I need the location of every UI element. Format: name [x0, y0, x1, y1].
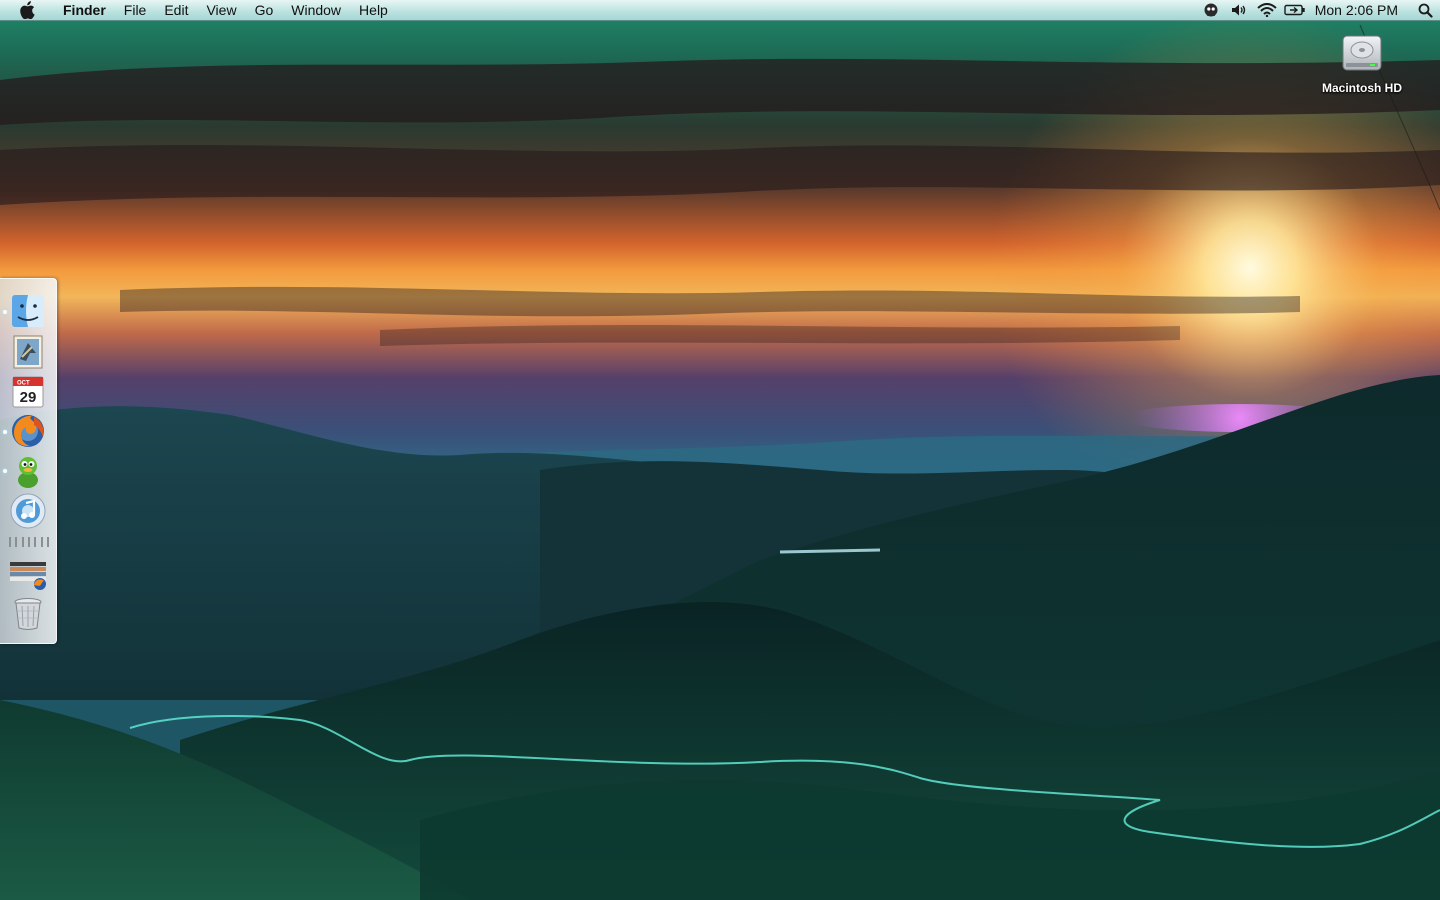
downloads-stack-icon	[10, 562, 46, 590]
mail-icon	[13, 335, 43, 369]
dock-item-ical[interactable]: OCT 29	[8, 371, 50, 411]
firefox-icon	[12, 415, 44, 447]
running-indicator	[3, 310, 7, 314]
dock-item-firefox[interactable]	[8, 411, 50, 451]
menu-clock[interactable]: Mon 2:06 PM	[1309, 0, 1410, 21]
spotlight-search-icon[interactable]	[1410, 0, 1440, 21]
wifi-icon[interactable]	[1253, 0, 1281, 21]
menu-window[interactable]: Window	[282, 0, 350, 21]
menu-extra-icon[interactable]	[1197, 0, 1225, 21]
ical-date: 29	[20, 389, 37, 406]
trash-icon	[14, 598, 42, 630]
ical-month: OCT	[17, 381, 30, 387]
menu-go[interactable]: Go	[246, 0, 283, 21]
apple-logo-icon[interactable]	[0, 0, 54, 21]
dock-separator[interactable]	[9, 537, 49, 547]
itunes-icon	[10, 493, 46, 529]
hard-drive-icon	[1342, 35, 1382, 71]
desktop-icon-label: Macintosh HD	[1321, 81, 1402, 95]
battery-icon[interactable]	[1281, 0, 1309, 21]
dock-item-finder[interactable]	[8, 291, 50, 331]
volume-icon[interactable]	[1225, 0, 1253, 21]
ical-icon: OCT 29	[12, 376, 44, 408]
dock-item-downloads-stack[interactable]	[8, 555, 50, 595]
running-indicator	[3, 430, 7, 434]
dock: OCT 29	[0, 278, 57, 644]
running-indicator	[3, 469, 7, 473]
menu-file[interactable]: File	[115, 0, 156, 21]
desktop-wallpaper	[0, 0, 1440, 900]
menu-view[interactable]: View	[197, 0, 245, 21]
finder-icon	[12, 295, 44, 327]
menu-help[interactable]: Help	[350, 0, 397, 21]
dock-item-itunes[interactable]	[8, 491, 50, 531]
menu-bar: Finder File Edit View Go Window Help Mon…	[0, 0, 1440, 21]
dock-item-mail[interactable]	[8, 331, 50, 371]
desktop-icon-macintosh-hd[interactable]: Macintosh HD	[1314, 30, 1410, 106]
dock-item-adium[interactable]	[8, 451, 50, 491]
menu-app-finder[interactable]: Finder	[54, 0, 115, 21]
menu-edit[interactable]: Edit	[155, 0, 197, 21]
dock-item-trash[interactable]	[8, 593, 50, 633]
adium-duck-icon	[18, 457, 38, 488]
